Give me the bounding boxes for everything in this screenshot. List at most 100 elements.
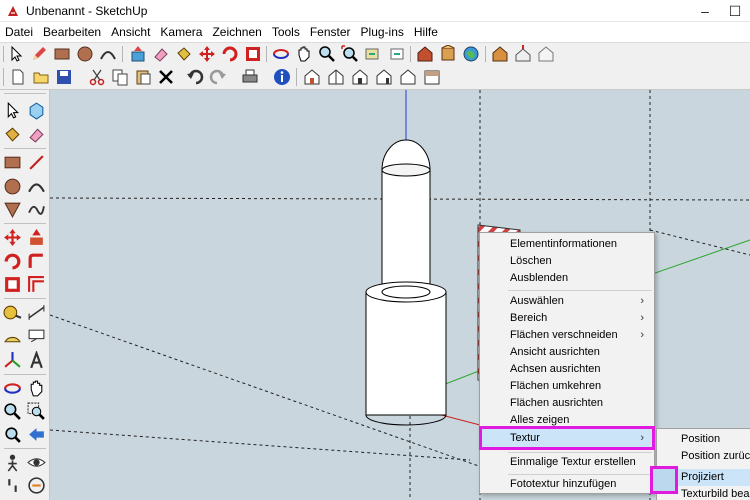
context-item-ansicht-ausrichten[interactable]: Ansicht ausrichten	[482, 344, 652, 361]
tape-measure-tool-icon[interactable]	[1, 301, 23, 323]
back-view-icon[interactable]	[398, 67, 418, 87]
extension-warehouse-icon[interactable]	[490, 44, 510, 64]
context-item-einmalige-textur[interactable]: Einmalige Textur erstellen	[482, 454, 652, 471]
left-view-icon[interactable]	[422, 67, 442, 87]
context-item-flaechen-umkehren[interactable]: Flächen umkehren	[482, 378, 652, 395]
share-model-icon[interactable]	[513, 44, 533, 64]
maximize-button[interactable]: ☐	[720, 0, 750, 22]
context-item-flaechen-verschneiden[interactable]: Flächen verschneiden ›	[482, 327, 652, 344]
paint-bucket-icon[interactable]	[174, 44, 194, 64]
circle-icon[interactable]	[75, 44, 95, 64]
front-view-icon[interactable]	[350, 67, 370, 87]
follow-me-tool-icon[interactable]	[25, 250, 47, 272]
scale-tool-icon[interactable]	[1, 273, 23, 295]
section-plane-tool-icon[interactable]	[25, 474, 47, 496]
freehand-tool-icon[interactable]	[25, 198, 47, 220]
context-item-alles-zeigen[interactable]: Alles zeigen	[482, 412, 652, 429]
context-item-achsen-ausrichten[interactable]: Achsen ausrichten	[482, 361, 652, 378]
menu-kamera[interactable]: Kamera	[155, 22, 207, 42]
menu-hilfe[interactable]: Hilfe	[409, 22, 443, 42]
pan-icon[interactable]	[294, 44, 314, 64]
warehouse-icon[interactable]	[415, 44, 435, 64]
top-view-icon[interactable]	[326, 67, 346, 87]
menu-tools[interactable]: Tools	[267, 22, 305, 42]
previous-view-tool-icon[interactable]	[25, 423, 47, 445]
orbit-tool-icon[interactable]	[1, 377, 23, 399]
zoom-extents-tool-icon[interactable]	[1, 423, 23, 445]
undo-icon[interactable]	[185, 67, 205, 87]
model-info-icon[interactable]	[272, 67, 292, 87]
menu-plugins[interactable]: Plug-ins	[356, 22, 409, 42]
rotate-tool-icon[interactable]	[1, 250, 23, 272]
push-pull-icon[interactable]	[128, 44, 148, 64]
redo-icon[interactable]	[208, 67, 228, 87]
3d-text-tool-icon[interactable]	[25, 349, 47, 371]
zoom-window-tool-icon[interactable]	[25, 400, 47, 422]
rectangle-icon[interactable]	[52, 44, 72, 64]
zoom-tool-icon[interactable]	[1, 400, 23, 422]
make-component-icon[interactable]	[25, 99, 47, 121]
dimension-tool-icon[interactable]	[25, 301, 47, 323]
offset-tool-icon[interactable]	[25, 273, 47, 295]
new-file-icon[interactable]	[8, 67, 28, 87]
select-tool-icon[interactable]	[1, 99, 23, 121]
paste-icon[interactable]	[133, 67, 153, 87]
rectangle-tool-icon[interactable]	[1, 151, 23, 173]
copy-icon[interactable]	[110, 67, 130, 87]
pencil-icon[interactable]	[29, 44, 49, 64]
menu-bearbeiten[interactable]: Bearbeiten	[38, 22, 106, 42]
line-tool-icon[interactable]	[25, 151, 47, 173]
menu-zeichnen[interactable]: Zeichnen	[207, 22, 266, 42]
protractor-tool-icon[interactable]	[1, 325, 23, 347]
open-file-icon[interactable]	[31, 67, 51, 87]
axes-tool-icon[interactable]	[1, 349, 23, 371]
scale-icon[interactable]	[243, 44, 263, 64]
context-item-bereich[interactable]: Bereich ›	[482, 310, 652, 327]
push-pull-tool-icon[interactable]	[25, 226, 47, 248]
context-item-auswaehlen[interactable]: Auswählen ›	[482, 293, 652, 310]
menu-ansicht[interactable]: Ansicht	[106, 22, 155, 42]
context-item-flaechen-ausrichten[interactable]: Flächen ausrichten	[482, 395, 652, 412]
context-item-ausblenden[interactable]: Ausblenden	[482, 270, 652, 287]
right-view-icon[interactable]	[374, 67, 394, 87]
next-view-icon[interactable]	[386, 44, 406, 64]
select-icon[interactable]	[6, 44, 26, 64]
layout-icon[interactable]	[536, 44, 556, 64]
pan-tool-icon[interactable]	[25, 377, 47, 399]
delete-icon[interactable]	[156, 67, 176, 87]
walk-tool-icon[interactable]	[1, 474, 23, 496]
paint-bucket-tool-icon[interactable]	[1, 123, 23, 145]
submenu-item-position-zuruecksetzen[interactable]: Position zurücksetzen	[659, 448, 750, 465]
minimize-button[interactable]: –	[690, 0, 720, 22]
circle-tool-icon[interactable]	[1, 175, 23, 197]
zoom-icon[interactable]	[317, 44, 337, 64]
eraser-tool-icon[interactable]	[25, 123, 47, 145]
eraser-icon[interactable]	[151, 44, 171, 64]
text-tool-icon[interactable]	[25, 325, 47, 347]
print-icon[interactable]	[240, 67, 260, 87]
arc-icon[interactable]	[98, 44, 118, 64]
look-around-tool-icon[interactable]	[25, 451, 47, 473]
zoom-extents-icon[interactable]	[340, 44, 360, 64]
menu-datei[interactable]: Datei	[0, 22, 38, 42]
previous-view-icon[interactable]	[363, 44, 383, 64]
save-icon[interactable]	[54, 67, 74, 87]
context-item-elementinformationen[interactable]: Elementinformationen	[482, 236, 652, 253]
context-item-textur[interactable]: Textur ›	[479, 426, 655, 450]
position-camera-tool-icon[interactable]	[1, 451, 23, 473]
rotate-icon[interactable]	[220, 44, 240, 64]
arc-tool-icon[interactable]	[25, 175, 47, 197]
move-icon[interactable]	[197, 44, 217, 64]
geo-location-icon[interactable]	[461, 44, 481, 64]
iso-view-icon[interactable]	[302, 67, 322, 87]
move-tool-icon[interactable]	[1, 226, 23, 248]
context-item-loeschen[interactable]: Löschen	[482, 253, 652, 270]
context-item-fototextur[interactable]: Fototextur hinzufügen	[482, 476, 652, 493]
components-icon[interactable]	[438, 44, 458, 64]
orbit-icon[interactable]	[271, 44, 291, 64]
menu-fenster[interactable]: Fenster	[305, 22, 356, 42]
polygon-tool-icon[interactable]	[1, 198, 23, 220]
submenu-item-position[interactable]: Position	[659, 431, 750, 448]
cut-icon[interactable]	[87, 67, 107, 87]
projiziert-checkbox-highlight[interactable]	[650, 466, 678, 494]
